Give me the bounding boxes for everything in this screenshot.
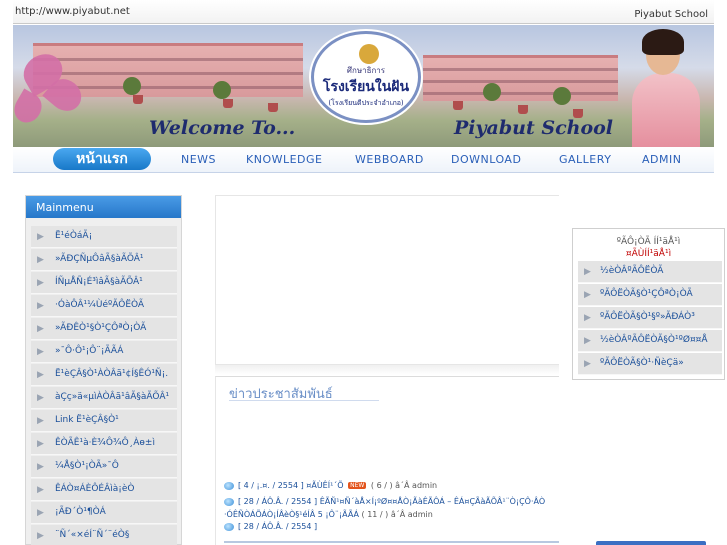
bullet-icon (224, 481, 234, 490)
main-menu-header: Mainmenu (26, 196, 181, 218)
news-item-meta: ( 11 / ) â´Â admin (361, 510, 433, 519)
nav-home[interactable]: หน้าแรก (53, 148, 151, 170)
right-menu-item[interactable]: ▶ ºÃÔËÒÃ§Ò¹·ÑèÇä» (578, 353, 722, 375)
arrow-right-icon: ▶ (37, 255, 44, 265)
right-menu-item-label: ½èÒÂºÃÔËÒÃ (600, 266, 664, 276)
arrow-right-icon: ▶ (37, 324, 44, 334)
welcome-text: Welcome To... (149, 117, 296, 139)
menu-item[interactable]: ▶ ÍÑµÅÑ¡É³ìâÃ§àÃÕÂ¹ (31, 272, 177, 294)
menu-item-label: Ë¹èÇÂ§Ò¹ÀÒÂã¹¢Í§ÊÓ¹Ñ¡. (55, 369, 169, 379)
right-menu-item-label: ºÃÔËÒÃ§Ò¹·ÑèÇä» (600, 358, 684, 368)
nav-knowledge[interactable]: KNOWLEDGE (246, 153, 323, 166)
right-menu-item-label: ºÃÔËÒÃ§Ò¹§º»ÃÐÁÒ³ (600, 312, 695, 322)
new-badge: NEW (348, 482, 367, 489)
arrow-right-icon: ▶ (584, 267, 591, 277)
menu-item[interactable]: ▶ ÊÒÃÊ¹à·È¾Ô¾Ô¸Àѳ±ì (31, 433, 177, 455)
menu-item-label: »¯Ô·Ô¹¡Ô¨¡ÃÃÁ (55, 346, 124, 356)
seal-line2: โรงเรียนในฝัน (322, 79, 410, 95)
student-photo (618, 25, 714, 147)
main-menu: Mainmenu ▶ Ë¹éÒáÃ¡ ▶ »ÃÐÇÑµÔâÃ§àÃÕÂ¹ ▶ ÍÑµÅ… (25, 195, 182, 545)
menu-item[interactable]: ▶ Ë¹éÒáÃ¡ (31, 226, 177, 248)
arrow-right-icon: ▶ (37, 416, 44, 426)
menu-item[interactable]: ▶ ·ÓàÔÂ¹¼ÙéºÃÔËÒÃ (31, 295, 177, 317)
bullet-icon (224, 522, 234, 531)
menu-item[interactable]: ▶ »ÃÐÇÑµÔâÃ§àÃÕÂ¹ (31, 249, 177, 271)
site-name: Piyabut School (634, 9, 708, 20)
news-item-text-2[interactable]: ·ÓÊÑ­­ÒÁÕÁÒ¡ÍÂèÒ§¹éÍÂ 5 ¡Ô¨¡ÃÃÁ (224, 510, 359, 519)
right-menu-item[interactable]: ▶ ½èÒÂºÃÔËÒÃ§Ò¹ºØ¤¤Å (578, 330, 722, 352)
arrow-right-icon: ▶ (37, 278, 44, 288)
menu-item[interactable]: ▶ ÊÁÒ¤ÁÈÔÉÂìà¡èÒ (31, 479, 177, 501)
news-item-text[interactable]: [ 28 / ÁÔ.Â. / 2554 ] (238, 522, 317, 531)
menu-item-label: Ë¹éÒáÃ¡ (55, 231, 93, 241)
news-item[interactable]: [ 4 / ¡.¤. / 2554 ] ¤ÃÙÊÍ¹´Õ NEW ( 6 / )… (224, 481, 437, 490)
nav-download[interactable]: DOWNLOAD (451, 153, 521, 166)
arrow-right-icon: ▶ (584, 290, 591, 300)
arrow-right-icon: ▶ (37, 347, 44, 357)
menu-item[interactable]: ▶ »ÃÐÊÒ¹§Ò¹ÇÔªÒ¡ÒÃ (31, 318, 177, 340)
menu-item[interactable]: ▶ Link Ë¹èÇÂ§Ò¹ (31, 410, 177, 432)
right-menu-item[interactable]: ▶ ºÃÔËÒÃ§Ò¹ÇÔªÒ¡ÒÃ (578, 284, 722, 306)
menu-item-label: ÊÁÒ¤ÁÈÔÉÂìà¡èÒ (55, 484, 135, 494)
news-item-text[interactable]: [ 28 / ÁÔ.Â. / 2554 ] ÊÃÑ¹¤Ñ´àÅ×Í¡ºØ¤¤ÅÒ… (238, 497, 545, 506)
arrow-right-icon: ▶ (37, 393, 44, 403)
arrow-right-icon: ▶ (37, 485, 44, 495)
menu-item-label: »ÃÐÊÒ¹§Ò¹ÇÔªÒ¡ÒÃ (55, 323, 147, 333)
arrow-right-icon: ▶ (584, 359, 591, 369)
online-teachers-title: ¤ÃÙÍÍ¹äÅ¹ì (625, 249, 672, 259)
right-menu-item[interactable]: ▶ ½èÒÂºÃÔËÒÃ (578, 261, 722, 283)
right-menu-item-label: ºÃÔËÒÃ§Ò¹ÇÔªÒ¡ÒÃ (600, 289, 693, 299)
menu-item[interactable]: ▶ ¡ÃÐ´Ò¹¶ÒÁ (31, 502, 177, 524)
main-menu-title: Mainmenu (36, 201, 94, 214)
news-item-text[interactable]: [ 4 / ¡.¤. / 2554 ] ¤ÃÙÊÍ¹´Õ (238, 481, 344, 490)
menu-item-label: ¨Ñ´«×éÍ¨Ñ´¨éÒ§ (55, 530, 130, 540)
school-building-right (423, 55, 618, 101)
seal-line3: (โรงเรียนดีประจำอำเภอ) (328, 99, 404, 107)
emblem-icon (359, 44, 379, 64)
right-menu-item-label: ½èÒÂºÃÔËÒÃ§Ò¹ºØ¤¤Å (600, 335, 708, 345)
right-menu-item[interactable]: ▶ ºÃÔËÒÃ§Ò¹§º»ÃÐÁÒ³ (578, 307, 722, 329)
menu-item-label: àÇç»ä«µìÀÒÂã¹âÃ§àÃÕÂ¹ (55, 392, 170, 402)
school-name-text: Piyabut School (454, 117, 614, 139)
online-services-panel: ºÃÔ¡ÒÃ ÍÍ¹äÅ¹ì ¤ÃÙÍÍ¹äÅ¹ì ▶ ½èÒÂºÃÔËÒÃ ▶ º… (572, 228, 725, 380)
menu-item-label: ÍÑµÅÑ¡É³ìâÃ§àÃÕÂ¹ (55, 277, 143, 287)
menu-item-label: »ÃÐÇÑµÔâÃ§àÃÕÂ¹ (55, 254, 144, 264)
arrow-right-icon: ▶ (584, 336, 591, 346)
arrow-right-icon: ▶ (37, 370, 44, 380)
nav-news[interactable]: NEWS (181, 153, 216, 166)
news-item-meta: ( 6 / ) â´Â admin (370, 481, 438, 490)
arrow-right-icon: ▶ (584, 313, 591, 323)
content-area (215, 195, 559, 365)
online-services-title: ºÃÔ¡ÒÃ ÍÍ¹äÅ¹ì (616, 237, 681, 247)
menu-item[interactable]: ▶ »¯Ô·Ô¹¡Ô¨¡ÃÃÁ (31, 341, 177, 363)
school-seal: ศึกษาธิการ โรงเรียนในฝัน (โรงเรียนดีประจ… (311, 31, 421, 123)
bullet-icon (224, 497, 234, 506)
arrow-right-icon: ▶ (37, 301, 44, 311)
main-nav: หน้าแรก NEWS KNOWLEDGE WEBBOARD DOWNLOAD… (13, 147, 714, 173)
page: http://www.piyabut.net Piyabut School ศึ… (0, 0, 727, 545)
news-item[interactable]: [ 28 / ÁÔ.Â. / 2554 ] (224, 522, 317, 531)
header-banner: ศึกษาธิการ โรงเรียนในฝัน (โรงเรียนดีประจ… (13, 25, 714, 147)
menu-item[interactable]: ▶ àÇç»ä«µìÀÒÂã¹âÃ§àÃÕÂ¹ (31, 387, 177, 409)
arrow-right-icon: ▶ (37, 462, 44, 472)
news-item-continued[interactable]: ·ÓÊÑ­­ÒÁÕÁÒ¡ÍÂèÒ§¹éÍÂ 5 ¡Ô¨¡ÃÃÁ ( 11 / )… (224, 510, 433, 519)
arrow-right-icon: ▶ (37, 531, 44, 541)
arrow-right-icon: ▶ (37, 508, 44, 518)
nav-webboard[interactable]: WEBBOARD (355, 153, 424, 166)
arrow-right-icon: ▶ (37, 439, 44, 449)
menu-item-label: ¡ÃÐ´Ò¹¶ÒÁ (55, 507, 106, 517)
nav-admin[interactable]: ADMIN (642, 153, 681, 166)
news-item[interactable]: [ 28 / ÁÔ.Â. / 2554 ] ÊÃÑ¹¤Ñ´àÅ×Í¡ºØ¤¤ÅÒ… (224, 497, 545, 506)
menu-item[interactable]: ▶ ¼Å§Ò¹¡ÒÃ»¯Ô (31, 456, 177, 478)
menu-item-label: Link Ë¹èÇÂ§Ò¹ (55, 415, 119, 425)
nav-gallery[interactable]: GALLERY (559, 153, 611, 166)
menu-item-label: ·ÓàÔÂ¹¼ÙéºÃÔËÒÃ (55, 300, 145, 310)
menu-item[interactable]: ▶ ¨Ñ´«×éÍ¨Ñ´¨éÒ§ (31, 525, 177, 545)
menu-item-label: ¼Å§Ò¹¡ÒÃ»¯Ô (55, 461, 119, 471)
arrow-right-icon: ▶ (37, 232, 44, 242)
site-url[interactable]: http://www.piyabut.net (15, 6, 130, 17)
menu-item[interactable]: ▶ Ë¹èÇÂ§Ò¹ÀÒÂã¹¢Í§ÊÓ¹Ñ¡. (31, 364, 177, 386)
menu-item-label: ÊÒÃÊ¹à·È¾Ô¾Ô¸Àѳ±ì (55, 438, 155, 448)
top-bar: http://www.piyabut.net Piyabut School (13, 0, 714, 24)
